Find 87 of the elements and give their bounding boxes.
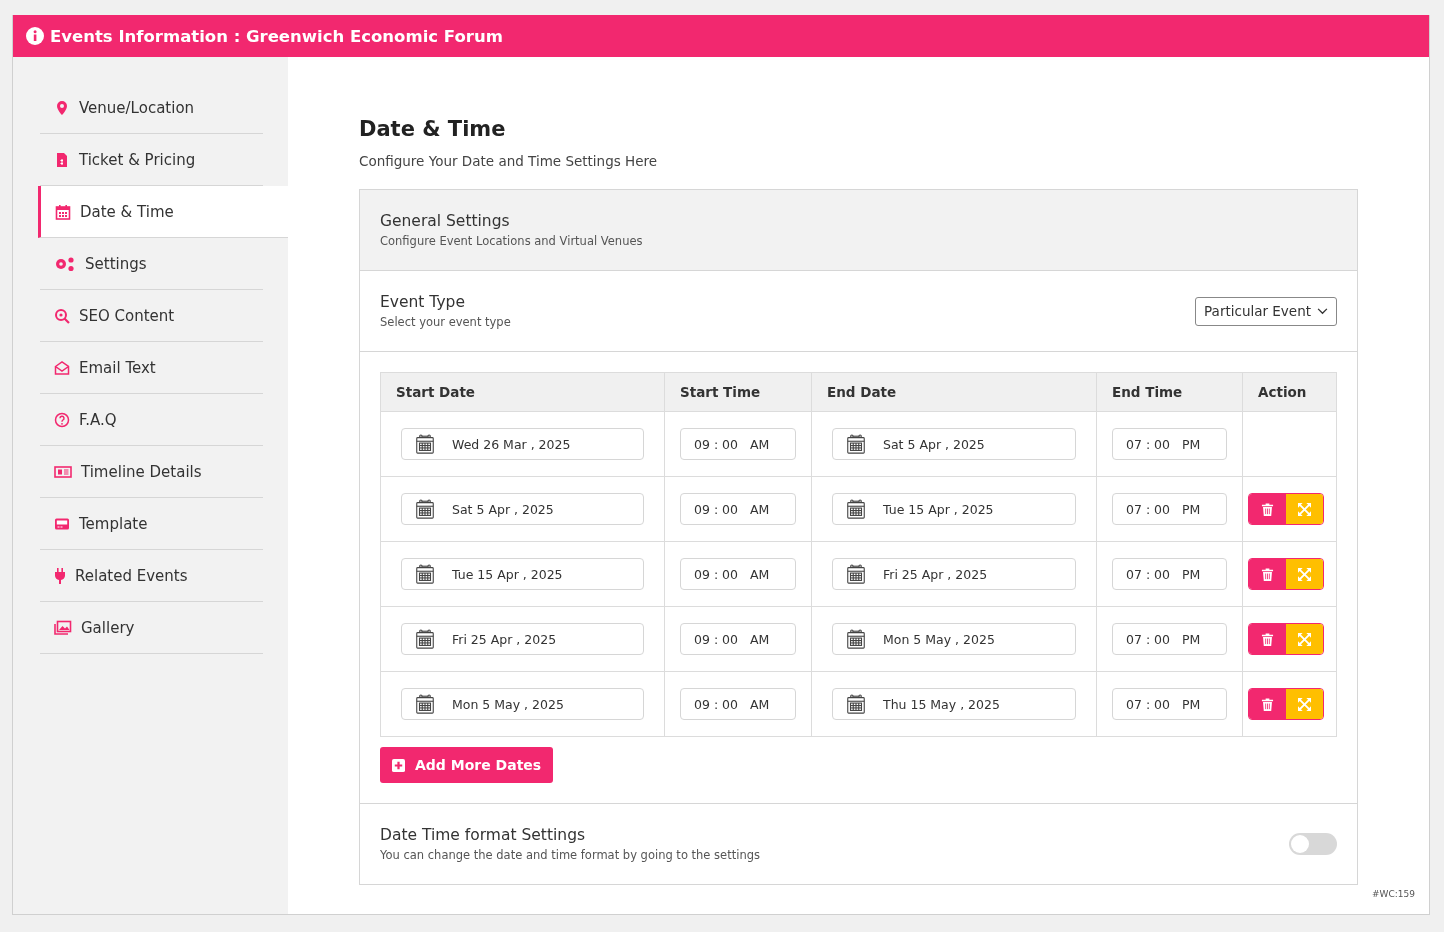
page-subtitle: Configure Your Date and Time Settings Here <box>359 153 659 169</box>
chevron-down-icon <box>1317 307 1328 315</box>
search-icon <box>54 307 70 324</box>
column-header: End Time <box>1096 372 1243 412</box>
expand-arrows-icon <box>1298 567 1311 581</box>
date-field[interactable]: Mon 5 May , 2025 <box>832 623 1076 655</box>
question-icon <box>54 411 70 428</box>
date-field[interactable]: Sat 5 Apr , 2025 <box>832 428 1076 460</box>
section-subtitle: Configure Event Locations and Virtual Venues <box>380 234 644 248</box>
calendar-icon <box>845 563 867 585</box>
time-field[interactable]: 09 : 00 AM <box>680 493 796 525</box>
delete-button[interactable] <box>1249 689 1286 719</box>
time-field[interactable]: 09 : 00 AM <box>680 558 796 590</box>
calendar-icon <box>414 433 436 455</box>
date-field[interactable]: Fri 25 Apr , 2025 <box>401 623 644 655</box>
page-title: Date & Time <box>359 117 507 141</box>
date-field[interactable]: Mon 5 May , 2025 <box>401 688 644 720</box>
sidebar-item[interactable]: F.A.Q <box>40 394 263 446</box>
newspaper-icon <box>54 464 72 479</box>
sidebar-item[interactable]: Gallery <box>40 602 263 654</box>
envelope-icon <box>54 359 70 376</box>
plug-icon <box>54 567 66 584</box>
sidebar-item[interactable]: Settings <box>40 238 263 290</box>
sidebar-item[interactable]: Venue/Location <box>40 82 263 134</box>
time-field[interactable]: 09 : 00 AM <box>680 428 796 460</box>
calendar-icon <box>414 628 436 650</box>
calendar-icon <box>55 203 71 220</box>
time-field[interactable]: 07 : 00 PM <box>1112 688 1227 720</box>
expand-button[interactable] <box>1286 689 1323 719</box>
time-field[interactable]: 09 : 00 AM <box>680 623 796 655</box>
column-header: Action <box>1242 372 1337 412</box>
sidebar-item[interactable]: SEO Content <box>40 290 263 342</box>
time-field[interactable]: 07 : 00 PM <box>1112 558 1227 590</box>
expand-button[interactable] <box>1286 494 1323 524</box>
time-field[interactable]: 07 : 00 PM <box>1112 428 1227 460</box>
trash-icon <box>1261 632 1274 646</box>
time-field[interactable]: 07 : 00 PM <box>1112 623 1227 655</box>
section-subtitle: Select your event type <box>380 315 511 329</box>
delete-button[interactable] <box>1249 624 1286 654</box>
trash-icon <box>1261 567 1274 581</box>
time-field[interactable]: 09 : 00 AM <box>680 688 796 720</box>
sidebar-item[interactable]: Date & Time <box>38 186 288 238</box>
calendar-icon <box>414 498 436 520</box>
delete-button[interactable] <box>1249 494 1286 524</box>
expand-button[interactable] <box>1286 559 1323 589</box>
time-field[interactable]: 07 : 00 PM <box>1112 493 1227 525</box>
calendar-icon <box>845 498 867 520</box>
calendar-icon <box>845 433 867 455</box>
images-icon <box>54 619 72 636</box>
column-header: Start Date <box>380 372 665 412</box>
sidebar-item[interactable]: Related Events <box>40 550 263 602</box>
date-field[interactable]: Thu 15 May , 2025 <box>832 688 1076 720</box>
info-icon <box>26 27 44 45</box>
section-title: Event Type <box>380 293 466 311</box>
date-field[interactable]: Tue 15 Apr , 2025 <box>832 493 1076 525</box>
gears-icon <box>54 255 76 272</box>
section-title: Date Time format Settings <box>380 826 587 844</box>
date-field[interactable]: Fri 25 Apr , 2025 <box>832 558 1076 590</box>
trash-icon <box>1261 697 1274 711</box>
date-field[interactable]: Tue 15 Apr , 2025 <box>401 558 644 590</box>
add-more-dates-button[interactable]: Add More Dates <box>380 747 554 783</box>
sidebar-item[interactable]: Template <box>40 498 263 550</box>
expand-arrows-icon <box>1298 697 1311 711</box>
trash-icon <box>1261 502 1274 516</box>
calendar-icon <box>414 693 436 715</box>
delete-button[interactable] <box>1249 559 1286 589</box>
column-header: End Date <box>811 372 1097 412</box>
date-field[interactable]: Wed 26 Mar , 2025 <box>401 428 644 460</box>
column-header: Start Time <box>664 372 812 412</box>
expand-button[interactable] <box>1286 624 1323 654</box>
section-title: General Settings <box>380 212 511 230</box>
sidebar-item[interactable]: Email Text <box>40 342 263 394</box>
sidebar-item[interactable]: Timeline Details <box>40 446 263 498</box>
date-field[interactable]: Sat 5 Apr , 2025 <box>401 493 644 525</box>
section-subtitle: You can change the date and time format by going to the settings <box>380 848 760 862</box>
calendar-icon <box>845 693 867 715</box>
event-type-dropdown[interactable]: Particular Event <box>1195 296 1337 326</box>
calendar-icon <box>845 628 867 650</box>
format-toggle[interactable] <box>1289 833 1337 855</box>
header-title: Events Information : Greenwich Economic Forum <box>50 26 503 46</box>
expand-arrows-icon <box>1298 632 1311 646</box>
footer-code: #WC:159 <box>1372 889 1415 899</box>
invoice-icon <box>54 151 70 168</box>
calendar-icon <box>414 563 436 585</box>
map-pin-icon <box>54 99 70 116</box>
expand-arrows-icon <box>1298 502 1311 516</box>
plus-square-icon <box>392 758 405 772</box>
